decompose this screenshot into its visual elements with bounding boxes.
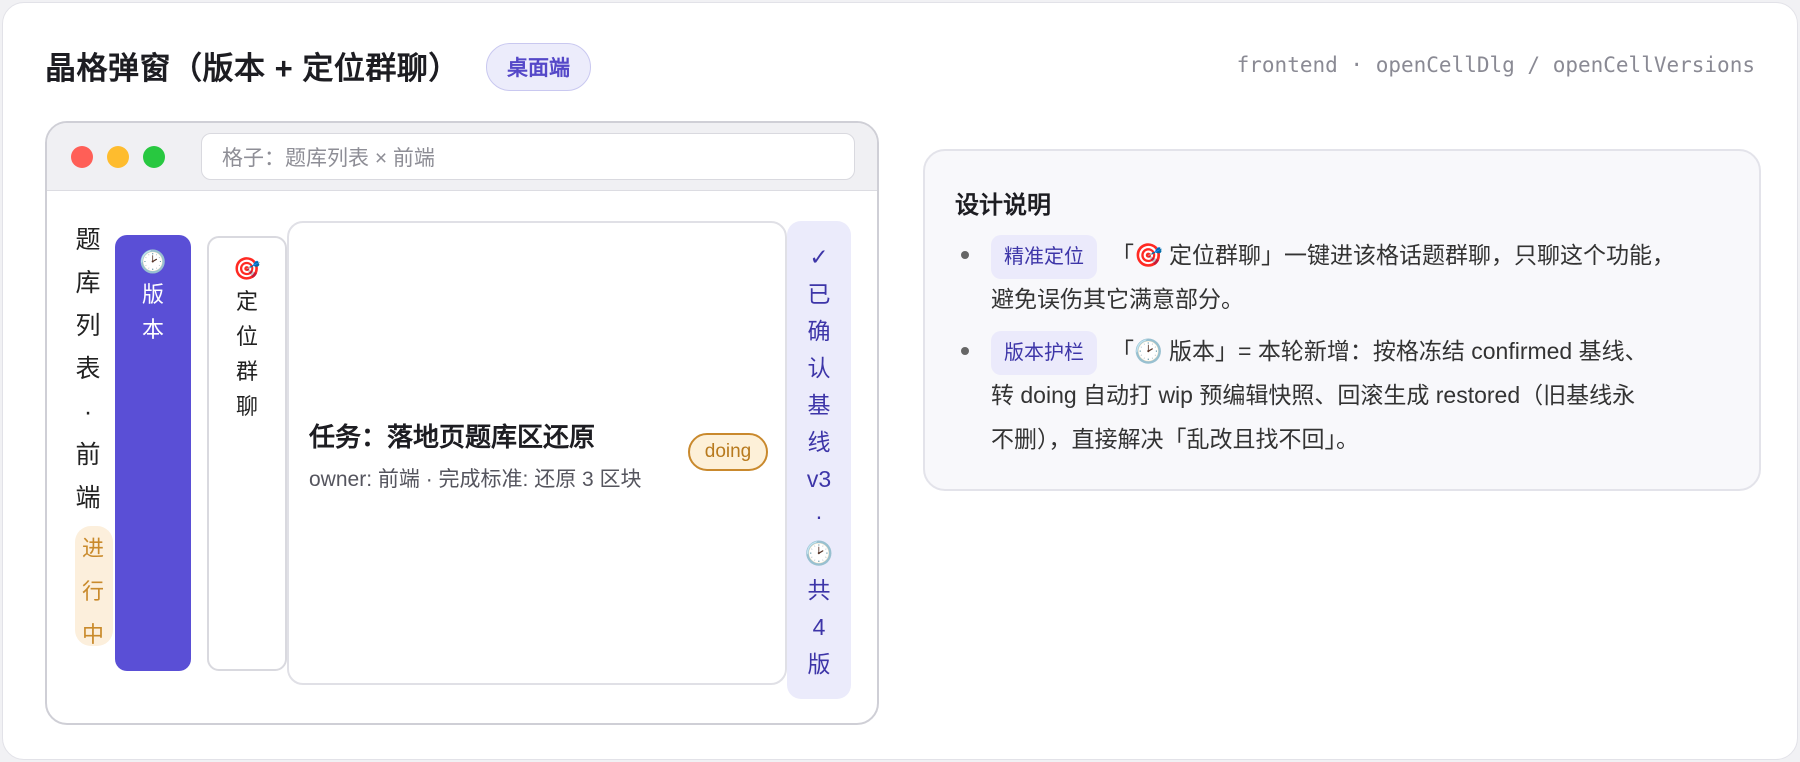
versions-button-char: 版 [141, 282, 164, 307]
baseline-char: 认 [807, 355, 831, 381]
minimize-window-button[interactable] [107, 146, 129, 168]
cell-title-char: 列 [75, 312, 101, 340]
task-status-badge: doing [688, 433, 768, 471]
cell-title-char: 表 [75, 355, 101, 383]
task-subtitle: owner: 前端 · 完成标准: 还原 3 区块 [309, 468, 642, 491]
cell-title-char: 题 [75, 226, 101, 254]
notes-title: 设计说明 [955, 192, 1051, 219]
bullet-icon [961, 251, 969, 259]
note-line: 转 doing 自动打 wip 预编辑快照、回滚生成 restored（旧基线永 [991, 382, 1636, 408]
close-window-button[interactable] [71, 146, 93, 168]
status-char: 进 [81, 536, 104, 561]
note-line: 不删），直接解决「乱改且找不回」。 [991, 426, 1359, 452]
note-line: 精准定位 「🎯 定位群聊」一键进该格话题群聊，只聊这个功能， [991, 233, 1675, 279]
locate-button-char: 定 [235, 289, 258, 314]
target-icon: 🎯 [233, 256, 261, 281]
checkmark-icon: ✓ [809, 244, 829, 270]
design-notes-panel: 设计说明 精准定位 「🎯 定位群聊」一键进该格话题群聊，只聊这个功能， 避免误伤其… [923, 149, 1761, 491]
code-path: frontend · openCellDlg / openCellVersion… [1236, 53, 1755, 77]
page-card: 晶格弹窗（版本 + 定位群聊） 桌面端 frontend · openCellD… [2, 2, 1798, 760]
locate-button-char: 群 [235, 359, 258, 384]
locate-button-char: 聊 [235, 394, 258, 419]
baseline-char: 基 [807, 392, 831, 418]
versions-button-char: 本 [141, 317, 164, 342]
note-text: 「🎯 定位群聊」一键进该格话题群聊，只聊这个功能， [1111, 242, 1676, 268]
maximize-window-button[interactable] [143, 146, 165, 168]
baseline-version-strip[interactable]: ✓ 已 确 认 基 线 v3 · 🕑 共 4 版 [787, 221, 851, 699]
clock-icon: 🕑 [139, 249, 167, 274]
window-titlebar: 格子：题库列表 × 前端 [47, 123, 877, 191]
cell-title-char: 前 [75, 441, 101, 469]
note-tag: 精准定位 [991, 235, 1097, 279]
baseline-char: v3 [806, 466, 832, 492]
locate-button-char: 位 [235, 324, 258, 349]
note-line: 版本护栏 「🕑 版本」= 本轮新增：按格冻结 confirmed 基线、 [991, 329, 1648, 375]
task-title: 任务：落地页题库区还原 [309, 422, 596, 452]
versions-button[interactable]: 🕑 版 本 [115, 235, 191, 671]
task-card[interactable]: 任务：落地页题库区还原 owner: 前端 · 完成标准: 还原 3 区块 do… [287, 221, 787, 685]
status-badge-label: 进 行 中 [72, 527, 114, 656]
clock-icon: 🕑 [804, 540, 834, 566]
note-text: 「🕑 版本」= 本轮新增：按格冻结 confirmed 基线、 [1111, 338, 1648, 364]
bullet-icon [961, 347, 969, 355]
address-bar[interactable]: 格子：题库列表 × 前端 [201, 133, 855, 180]
platform-badge: 桌面端 [486, 43, 591, 91]
baseline-char: 版 [807, 651, 831, 677]
status-char: 行 [81, 579, 104, 604]
status-char: 中 [81, 622, 104, 647]
baseline-char: 线 [807, 429, 831, 455]
cell-title-char: · [83, 398, 93, 426]
page-title: 晶格弹窗（版本 + 定位群聊） [45, 51, 460, 86]
cell-title-char: 库 [75, 269, 101, 297]
cell-title-char: 端 [75, 484, 101, 512]
browser-window: 格子：题库列表 × 前端 题 库 列 表 · 前 端 进 行 中 🕑 版 本 🎯… [45, 121, 879, 725]
note-tag: 版本护栏 [991, 331, 1097, 375]
baseline-char: 已 [807, 281, 831, 307]
baseline-char: 确 [807, 318, 831, 344]
cell-title: 题 库 列 表 · 前 端 [67, 219, 109, 520]
baseline-char: · [815, 503, 823, 529]
locate-group-chat-button[interactable]: 🎯 定 位 群 聊 [207, 236, 287, 671]
baseline-char: 共 [807, 577, 831, 603]
baseline-char: 4 [812, 614, 826, 640]
note-line: 避免误伤其它满意部分。 [991, 286, 1244, 312]
